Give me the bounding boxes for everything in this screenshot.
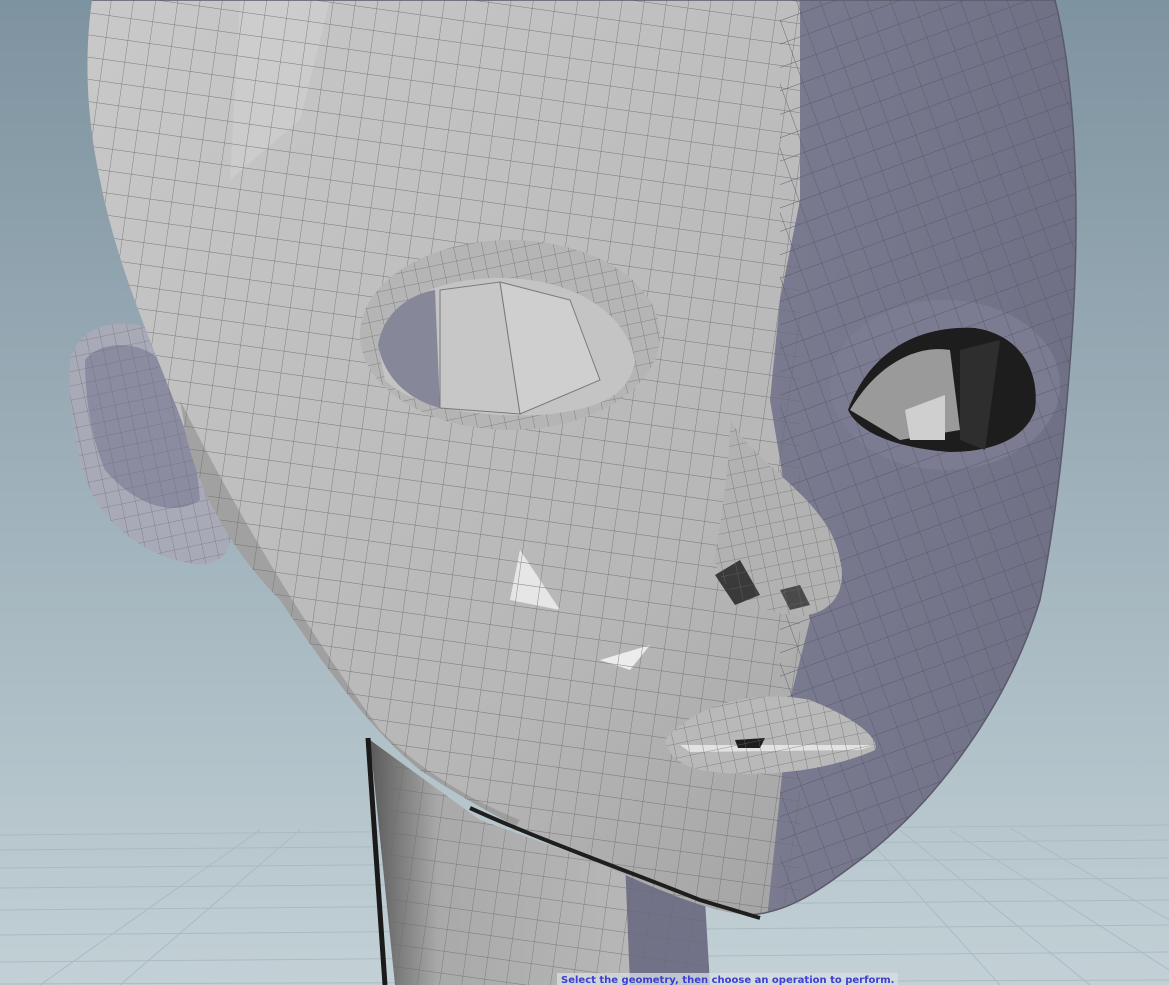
right-eye-socket xyxy=(830,300,1060,470)
left-eye-socket xyxy=(360,240,660,430)
status-message: Select the geometry, then choose an oper… xyxy=(557,973,899,985)
3d-viewport[interactable]: Select the geometry, then choose an oper… xyxy=(0,0,1169,985)
viewport-scene[interactable] xyxy=(0,0,1169,985)
